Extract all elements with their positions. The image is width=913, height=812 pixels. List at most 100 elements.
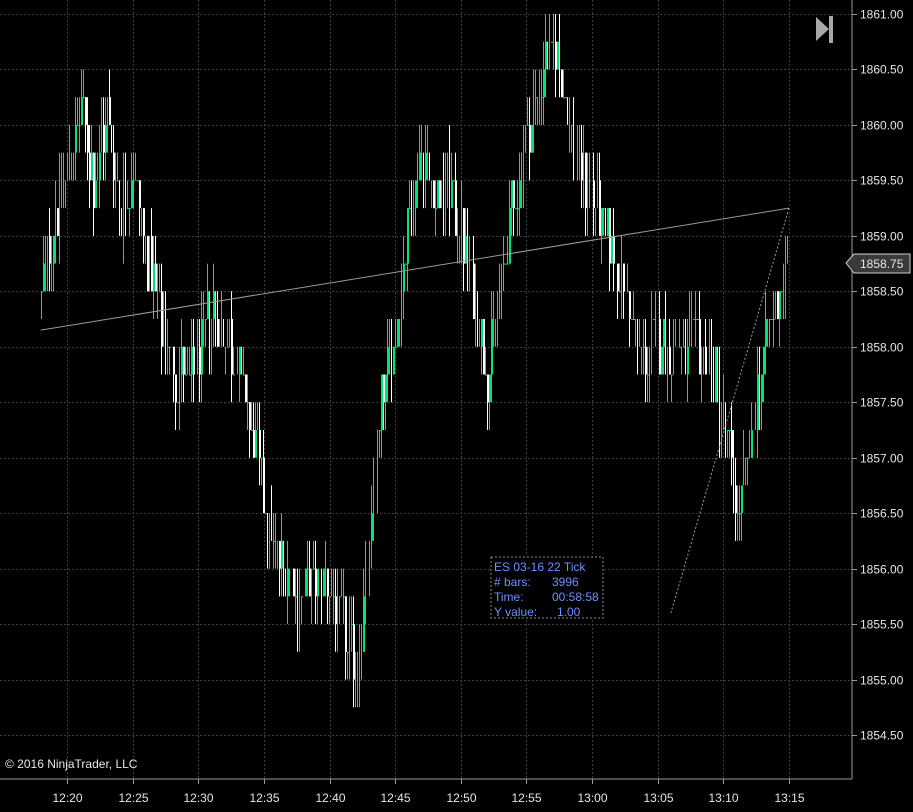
data-box[interactable]: ES 03-16 22 Tick # bars: 3996 Time: 00:5… xyxy=(490,556,604,619)
price-bar-body xyxy=(581,152,583,181)
price-bar-body xyxy=(95,180,97,209)
price-bar-body xyxy=(81,97,83,125)
price-bar-body xyxy=(393,346,395,375)
y-tick-label: 1855.50 xyxy=(860,618,904,632)
price-bar-body xyxy=(265,513,267,515)
price-bar-body xyxy=(565,97,567,99)
price-bar-body xyxy=(131,180,133,209)
price-bar-body xyxy=(613,235,615,264)
current-price-text: 1858.75 xyxy=(860,257,904,271)
price-bar-body xyxy=(143,208,145,236)
price-bar-body xyxy=(705,346,707,375)
price-bar-body xyxy=(481,319,483,347)
price-bar-body xyxy=(245,374,247,403)
price-bar-body xyxy=(161,291,163,347)
price-bar-body xyxy=(279,540,281,569)
price-chart[interactable]: 1861.00 1860.50 1860.00 1859.50 1859.00 1858.… xyxy=(0,0,913,812)
price-bar-body xyxy=(353,624,355,680)
price-bar-body xyxy=(687,346,689,375)
price-bar-body xyxy=(519,180,521,209)
price-bar-body xyxy=(213,291,215,320)
price-bar-body xyxy=(739,513,741,515)
price-bar-body xyxy=(261,457,263,459)
price-bar-body xyxy=(249,402,251,430)
y-tick-label: 1859.00 xyxy=(860,230,904,244)
price-bar-body xyxy=(93,152,95,209)
price-bar-body xyxy=(627,291,629,293)
price-bar-body xyxy=(57,208,59,236)
price-bar-body xyxy=(465,235,467,264)
price-bar-body xyxy=(87,124,89,153)
price-bar-body xyxy=(191,346,193,375)
price-bar-body xyxy=(557,41,559,70)
price-bar-body xyxy=(181,346,183,375)
price-bar-body xyxy=(737,513,739,515)
price-bar-body xyxy=(535,97,537,99)
x-tick-label: 13:15 xyxy=(774,791,804,805)
price-bar-body xyxy=(333,596,335,598)
y-tick-label: 1857.50 xyxy=(860,396,904,410)
price-bar-body xyxy=(53,235,55,264)
price-bar-body xyxy=(697,319,699,321)
skip-to-end-icon[interactable] xyxy=(814,14,834,44)
price-bar-body xyxy=(509,208,511,264)
price-bar-body xyxy=(339,596,341,598)
price-bar-body xyxy=(763,346,765,375)
price-bar-body xyxy=(193,346,195,375)
price-bar-body xyxy=(671,374,673,376)
price-bar-body xyxy=(77,124,79,126)
price-bar-body xyxy=(117,180,119,182)
price-bar-body xyxy=(563,97,565,99)
price-bar-body xyxy=(541,97,543,99)
price-bar-body xyxy=(239,346,241,375)
price-bar-body xyxy=(765,319,767,347)
price-bar-body xyxy=(463,208,465,264)
y-tick-label: 1860.50 xyxy=(860,63,904,77)
price-bar-body xyxy=(669,346,671,375)
price-bar-body xyxy=(395,346,397,348)
price-bar-body xyxy=(99,152,101,181)
price-bar-body xyxy=(169,346,171,348)
x-tick-label: 12:40 xyxy=(315,791,345,805)
price-bar-body xyxy=(127,208,129,210)
price-bar-body xyxy=(483,319,485,375)
price-bar-body xyxy=(85,97,87,125)
price-bar-body xyxy=(715,346,717,403)
price-bar-body xyxy=(489,374,491,403)
price-bar-body xyxy=(151,235,153,292)
price-bar-body xyxy=(455,180,457,236)
price-bar-body xyxy=(371,513,373,541)
price-bar-body xyxy=(273,540,275,542)
price-bar-body xyxy=(487,374,489,403)
price-bar-body xyxy=(607,208,609,236)
price-bar-body xyxy=(531,124,533,153)
price-bar-body xyxy=(437,180,439,209)
x-tick-label: 12:25 xyxy=(118,791,148,805)
price-bar-body xyxy=(623,263,625,292)
price-bar-body xyxy=(729,429,731,431)
price-bar-body xyxy=(397,319,399,347)
price-bar-body xyxy=(89,152,91,181)
price-bar-body xyxy=(485,374,487,376)
price-bar-body xyxy=(611,235,613,264)
price-bar-body xyxy=(769,319,771,321)
price-bar-body xyxy=(659,319,661,375)
price-bar-body xyxy=(781,291,783,293)
price-bar-body xyxy=(381,374,383,430)
x-tick-label: 12:35 xyxy=(249,791,279,805)
price-bar-body xyxy=(379,429,381,431)
data-box-value: 1.00 xyxy=(557,605,581,619)
price-bar-body xyxy=(287,568,289,597)
chart-background xyxy=(0,0,913,812)
price-bar-body xyxy=(757,374,759,430)
price-bar-body xyxy=(403,263,405,292)
price-bar-body xyxy=(91,152,93,181)
price-bar-body xyxy=(281,540,283,569)
price-bar-body xyxy=(247,402,249,404)
price-bar-body xyxy=(109,97,111,125)
price-bar-body xyxy=(771,319,773,321)
x-tick-label: 13:10 xyxy=(708,791,738,805)
price-bar-body xyxy=(363,596,365,652)
price-bar-body xyxy=(351,624,353,626)
price-bar-body xyxy=(751,429,753,458)
